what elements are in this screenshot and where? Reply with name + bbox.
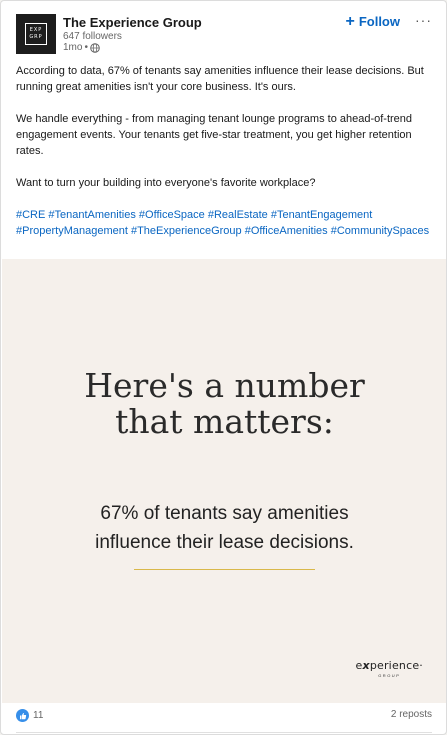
- image-statistic: 67% of tenants say amenities influence t…: [2, 499, 446, 557]
- headline-line-2: that matters:: [115, 402, 334, 441]
- reaction-count: 11: [33, 710, 44, 721]
- post-text: According to data, 67% of tenants say am…: [16, 63, 431, 239]
- brand-mark: ·: [419, 659, 423, 672]
- thumbs-up-icon: [19, 712, 26, 719]
- company-name[interactable]: The Experience Group: [63, 15, 202, 30]
- hashtag-link[interactable]: #TheExperienceGroup: [131, 225, 242, 237]
- post-meta: 1mo •: [63, 42, 100, 53]
- image-headline: Here's a number that matters:: [2, 366, 446, 441]
- headline-line-1: Here's a number: [84, 366, 365, 405]
- post-image[interactable]: Here's a number that matters: 67% of ten…: [2, 259, 446, 703]
- hashtag-link[interactable]: #PropertyManagement: [16, 225, 128, 237]
- brand-word-rest: perience: [369, 659, 420, 672]
- follow-button[interactable]: + Follow: [345, 12, 400, 30]
- brand-letter-e: e: [355, 659, 363, 672]
- repost-count[interactable]: 2 reposts: [391, 709, 432, 720]
- reactions-summary[interactable]: 11: [16, 709, 43, 722]
- meta-separator: •: [84, 42, 88, 53]
- hashtag-link[interactable]: #TenantAmenities: [48, 209, 135, 221]
- brand-wordmark: experience·: [356, 659, 423, 672]
- hashtag-link[interactable]: #OfficeAmenities: [245, 225, 328, 237]
- social-counts: 11 2 reposts: [16, 709, 432, 725]
- logo-mark: EXP GRP: [25, 23, 47, 45]
- brand-subtitle: GROUP: [378, 673, 401, 678]
- post-header: EXP GRP The Experience Group 647 followe…: [16, 12, 436, 56]
- like-icon: [16, 709, 29, 722]
- brand-letter-x: x: [362, 659, 370, 672]
- follow-label: Follow: [358, 14, 400, 29]
- hashtag-link[interactable]: #CommunitySpaces: [331, 225, 429, 237]
- more-options-icon[interactable]: ···: [415, 12, 432, 28]
- accent-divider: [134, 569, 315, 570]
- experience-group-logo: experience· GROUP: [356, 659, 423, 678]
- post-paragraph-2: We handle everything - from managing ten…: [16, 113, 413, 157]
- plus-icon: +: [345, 12, 355, 30]
- logo-text-top: EXP: [29, 27, 43, 33]
- post-card: EXP GRP The Experience Group 647 followe…: [0, 0, 447, 735]
- hashtag-link[interactable]: #CRE: [16, 209, 45, 221]
- hashtag-link[interactable]: #RealEstate: [208, 209, 268, 221]
- hashtag-link[interactable]: #OfficeSpace: [139, 209, 205, 221]
- statistic-line-1: 67% of tenants say amenities: [100, 503, 349, 524]
- footer-divider: [16, 732, 432, 733]
- logo-text-bottom: GRP: [29, 34, 43, 40]
- post-paragraph-1: According to data, 67% of tenants say am…: [16, 65, 424, 93]
- globe-icon: [90, 42, 100, 53]
- hashtag-link[interactable]: #TenantEngagement: [271, 209, 373, 221]
- post-age: 1mo: [63, 42, 83, 53]
- post-paragraph-3: Want to turn your building into everyone…: [16, 177, 316, 189]
- follower-count: 647 followers: [63, 31, 122, 42]
- hashtag-list: #CRE #TenantAmenities #OfficeSpace #Real…: [16, 207, 431, 239]
- statistic-line-2: influence their lease decisions.: [95, 532, 354, 553]
- company-logo[interactable]: EXP GRP: [16, 14, 56, 54]
